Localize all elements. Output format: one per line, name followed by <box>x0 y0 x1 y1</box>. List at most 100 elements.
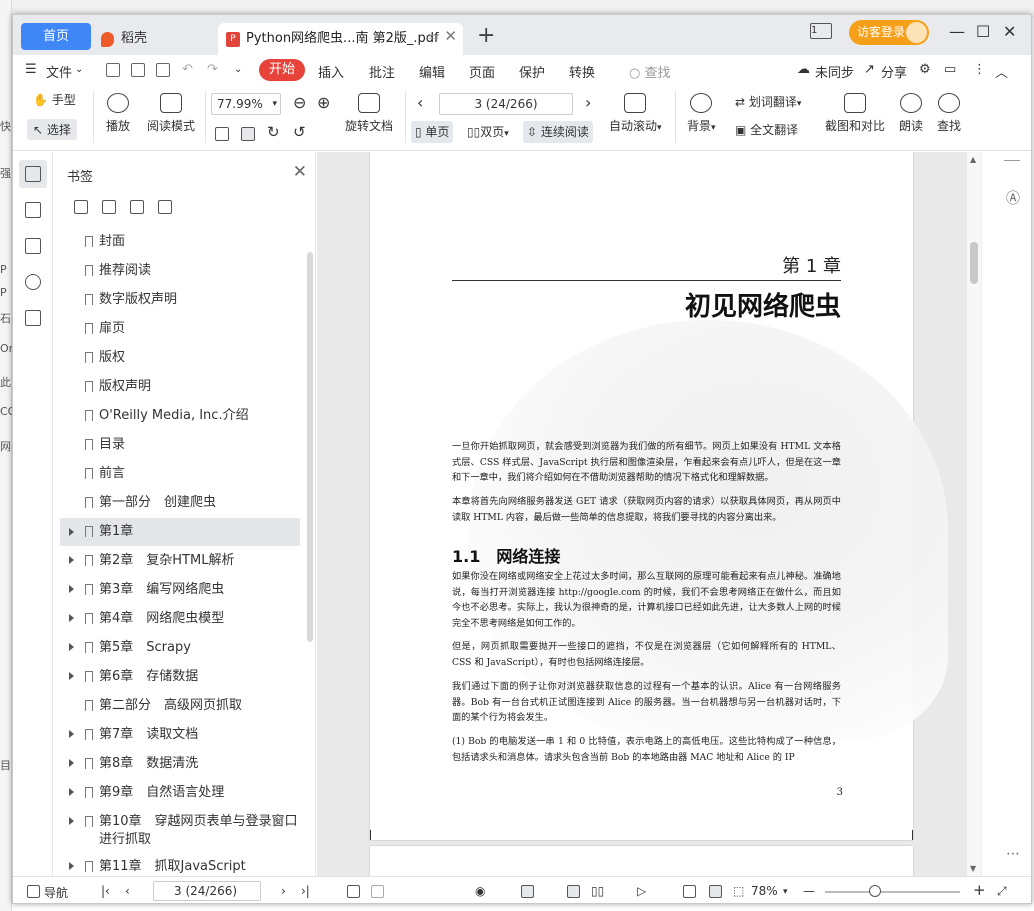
signature-icon[interactable] <box>25 310 41 326</box>
hand-tool-button[interactable]: ✋ 手型 <box>33 91 76 108</box>
actual-size-icon[interactable] <box>683 885 696 898</box>
fit-page-icon[interactable] <box>709 885 722 898</box>
bookmark-item[interactable]: 推荐阅读 <box>60 261 300 283</box>
prev-page-icon[interactable]: ‹ <box>417 93 423 112</box>
prev-view-icon[interactable] <box>347 885 360 898</box>
bookmark-item[interactable]: 第10章 穿越网页表单与登录窗口进行抓取 <box>60 812 300 850</box>
close-window-icon[interactable]: ✕ <box>1003 22 1016 41</box>
zoom-slider[interactable] <box>825 891 960 893</box>
expand-arrow-icon[interactable] <box>69 730 74 738</box>
single-page-mode-icon[interactable] <box>567 885 580 898</box>
zoom-out-icon[interactable]: ⊖ <box>293 93 306 112</box>
menu-protect[interactable]: 保护 <box>519 62 545 81</box>
menu-start[interactable]: 开始 <box>259 59 305 81</box>
rotate-right-icon[interactable]: ↺ <box>293 123 306 141</box>
zoom-input[interactable]: 77.99% ▾ <box>211 93 281 115</box>
rotate-document-button[interactable]: 旋转文档 <box>345 93 393 134</box>
collapse-ribbon-icon[interactable]: ︿ <box>995 62 1008 81</box>
bookmark-item-active[interactable]: 第1章 <box>60 518 300 546</box>
bookmark-item[interactable]: 目录 <box>60 435 300 457</box>
bookmark-item[interactable]: 第一部分 创建爬虫 <box>60 493 300 515</box>
screenshot-compare-button[interactable]: 截图和对比 <box>825 93 885 134</box>
bookmark-item[interactable]: 第6章 存储数据 <box>60 667 300 689</box>
close-panel-icon[interactable]: ✕ <box>293 162 307 182</box>
device-icon[interactable]: ▭ <box>429 24 439 50</box>
more-icon[interactable]: ⋮ <box>973 62 986 77</box>
maximize-icon[interactable]: ☐ <box>976 22 990 41</box>
menu-file[interactable]: 文件 <box>46 62 72 81</box>
bookmark-item[interactable]: 前言 <box>60 464 300 486</box>
expand-arrow-icon[interactable] <box>69 817 74 825</box>
menu-edit[interactable]: 编辑 <box>419 62 445 81</box>
minimize-icon[interactable]: — <box>949 22 965 41</box>
comment-icon[interactable] <box>25 238 41 254</box>
bookmark-item[interactable]: 第2章 复杂HTML解析 <box>60 551 300 573</box>
last-page-icon[interactable]: ›| <box>301 884 310 898</box>
page-count-icon[interactable]: 1 <box>810 23 832 39</box>
next-page-icon[interactable]: › <box>281 884 286 898</box>
add-bookmark-icon[interactable] <box>130 200 144 214</box>
quick-access-dropdown-icon[interactable]: ⌄ <box>234 64 242 75</box>
zoom-in-icon[interactable]: ⊕ <box>317 93 330 112</box>
menu-page[interactable]: 页面 <box>469 62 495 81</box>
scroll-down-icon[interactable]: ▼ <box>970 864 976 873</box>
bookmarks-scrollbar[interactable] <box>307 252 313 642</box>
select-tool-button[interactable]: ↖ 选择 <box>27 119 77 140</box>
scrollbar-thumb[interactable] <box>970 242 978 284</box>
reading-mode-button[interactable]: 阅读模式 <box>147 93 195 134</box>
continuous-reading-button[interactable]: ⇳ 连续阅读 <box>523 121 593 143</box>
full-translate-button[interactable]: ▣ 全文翻译 <box>735 121 798 138</box>
tab-pdf-document[interactable]: P Python网络爬虫...南 第2版_.pdf ▭ ✕ <box>218 23 463 55</box>
collapse-all-icon[interactable] <box>102 200 116 214</box>
single-page-button[interactable]: ▯ 单页 <box>411 121 454 143</box>
read-aloud-button[interactable]: 朗读 <box>899 93 923 134</box>
redo-icon[interactable]: ↷ <box>207 62 218 77</box>
document-scrollbar[interactable]: ▲ ▼ <box>967 152 981 876</box>
settings-icon[interactable]: ⚙ <box>919 62 931 77</box>
expand-arrow-icon[interactable] <box>69 585 74 593</box>
double-page-mode-icon[interactable]: ▯▯ <box>591 884 604 898</box>
chevron-down-icon[interactable]: ⌄ <box>75 64 83 75</box>
search-command[interactable]: ○ 查找 <box>629 62 671 81</box>
open-folder-icon[interactable] <box>106 63 120 77</box>
cloud-sync-icon[interactable]: ☁ <box>797 62 810 77</box>
sync-status[interactable]: 未同步 <box>815 62 854 81</box>
fit-width-icon[interactable]: ⬚ <box>733 884 744 898</box>
next-page-icon[interactable]: › <box>585 93 591 112</box>
bookmark-item[interactable]: 第11章 抓取JavaScript <box>60 857 300 876</box>
tab-daoke[interactable]: 稻壳 <box>95 23 213 55</box>
word-translate-button[interactable]: ⇄ 划词翻译▾ <box>735 93 801 110</box>
page-number-input[interactable]: 3 (24/266) <box>439 93 573 115</box>
menu-convert[interactable]: 转换 <box>569 62 595 81</box>
new-tab-button[interactable]: + <box>477 23 495 49</box>
expand-arrow-icon[interactable] <box>69 759 74 767</box>
bookmark-item[interactable]: 版权 <box>60 348 300 370</box>
zoom-out-icon[interactable]: — <box>803 884 815 898</box>
bookmark-item[interactable]: 扉页 <box>60 319 300 341</box>
eye-protection-icon[interactable]: ◉ <box>475 884 485 898</box>
zoom-in-icon[interactable]: + <box>973 881 986 899</box>
expand-arrow-icon[interactable] <box>69 672 74 680</box>
background-button[interactable]: 背景▾ <box>687 93 716 134</box>
find-button[interactable]: 查找 <box>937 93 961 134</box>
bookmark-item[interactable]: 第5章 Scrapy <box>60 638 300 660</box>
share-button[interactable]: 分享 <box>881 62 907 81</box>
expand-all-icon[interactable] <box>74 200 88 214</box>
rotate-left-icon[interactable]: ↻ <box>267 123 280 141</box>
save-icon[interactable] <box>131 63 145 77</box>
hamburger-icon[interactable]: ☰ <box>25 62 37 77</box>
undo-icon[interactable]: ↶ <box>182 62 193 77</box>
zoom-slider-handle[interactable] <box>869 885 881 897</box>
tab-home[interactable]: 首页 <box>21 23 91 50</box>
fullscreen-icon[interactable]: ⤢ <box>997 884 1007 899</box>
expand-arrow-icon[interactable] <box>69 862 74 870</box>
bookmark-item[interactable]: 数字版权声明 <box>60 290 300 312</box>
bookmark-icon[interactable] <box>25 166 41 182</box>
close-tab-icon[interactable]: ✕ <box>444 23 457 49</box>
bookmark-item[interactable]: 第7章 读取文档 <box>60 725 300 747</box>
attachment-icon[interactable] <box>25 274 41 290</box>
navigation-icon[interactable] <box>27 885 40 898</box>
comment-icon[interactable]: ▭ <box>944 62 956 77</box>
continuous-mode-icon[interactable] <box>521 885 534 898</box>
guest-login-button[interactable]: 访客登录 <box>849 20 929 45</box>
